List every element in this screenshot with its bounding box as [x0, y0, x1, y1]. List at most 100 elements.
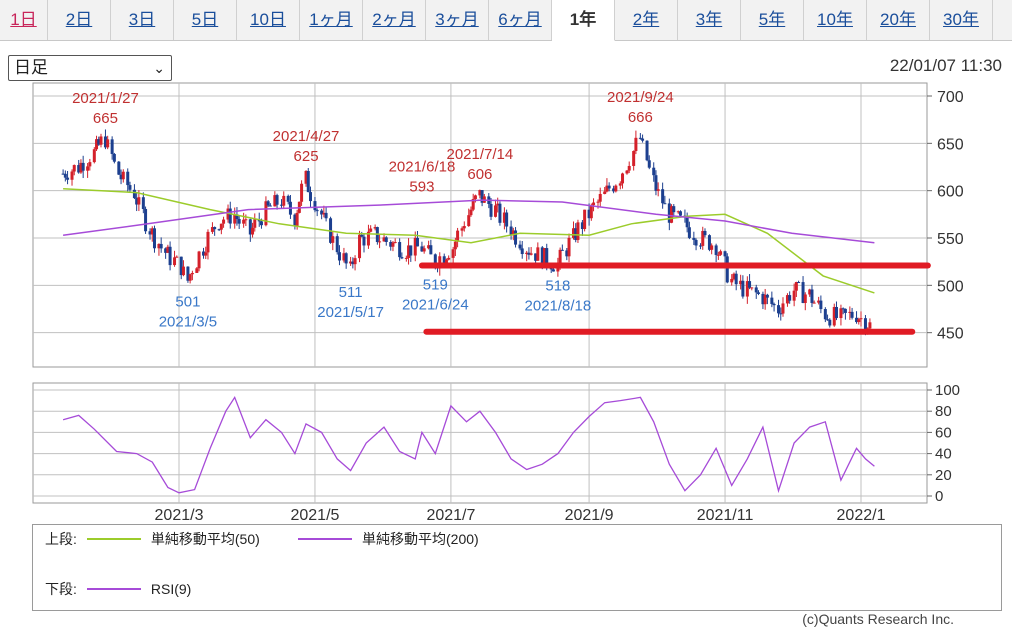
candle-body	[868, 322, 872, 329]
candle-body	[378, 241, 382, 243]
price-tick-label: 550	[937, 231, 964, 248]
candle-body	[797, 282, 801, 284]
high-annotation-value: 606	[467, 166, 492, 183]
high-annotation-date: 2021/6/18	[389, 158, 456, 175]
candle-body	[72, 165, 76, 172]
candle-body	[409, 245, 413, 256]
rsi-tick-label: 100	[935, 382, 960, 399]
candle-body	[121, 171, 125, 180]
candle-body	[678, 211, 682, 216]
legend-upper-label: 上段:	[45, 531, 77, 547]
candle-body	[498, 203, 502, 223]
candle-body	[754, 287, 758, 293]
rsi-tick-label: 60	[935, 424, 952, 441]
candle-body	[621, 173, 625, 184]
price-tick-label: 500	[937, 278, 964, 295]
candle-body	[834, 306, 838, 319]
legend-sma50-label: 単純移動平均(50)	[150, 531, 260, 547]
candle-body	[315, 210, 319, 212]
candle-body	[391, 242, 395, 247]
candle-body	[306, 170, 310, 193]
candle-body	[369, 228, 373, 232]
candle-body	[589, 205, 593, 219]
candle-body	[188, 274, 192, 281]
candle-body	[300, 183, 304, 202]
candle-body	[451, 249, 455, 258]
candle-body	[206, 231, 210, 253]
candle-body	[181, 266, 185, 276]
candle-body	[652, 167, 656, 176]
candle-body	[823, 309, 827, 320]
x-tick-label: 2021/11	[697, 507, 754, 520]
candle-body	[850, 311, 854, 318]
copyright: (c)Quants Research Inc.	[802, 611, 954, 627]
candle-body	[331, 236, 335, 243]
price-tick-label: 650	[937, 136, 964, 153]
x-tick-label: 2021/9	[565, 507, 614, 520]
candle-body	[770, 297, 774, 304]
high-annotation-date: 2021/7/14	[447, 146, 514, 163]
candle-body	[362, 236, 366, 246]
price-tick-label: 600	[937, 184, 964, 201]
candle-body	[656, 189, 660, 191]
legend: 上段: 単純移動平均(50) 単純移動平均(200) 下段: RSI(9)	[32, 524, 1002, 611]
low-annotation-date: 2021/5/17	[317, 304, 384, 321]
candle-body	[313, 201, 317, 211]
candle-body	[645, 140, 649, 161]
candle-body	[244, 219, 248, 221]
candle-body	[839, 308, 843, 319]
candle-body	[282, 195, 286, 206]
candle-body	[748, 281, 752, 288]
candle-body	[66, 177, 70, 180]
candle-body	[462, 226, 466, 229]
low-annotation-value: 501	[175, 293, 200, 310]
price-tick-label: 700	[937, 89, 964, 106]
candle-body	[335, 236, 339, 253]
legend-rsi-label: RSI(9)	[150, 581, 192, 597]
candle-body	[618, 183, 622, 186]
candle-body	[106, 139, 110, 148]
candle-body	[493, 205, 497, 217]
candle-body	[259, 221, 263, 226]
candle-body	[583, 209, 587, 230]
candle-body	[777, 305, 781, 314]
high-annotation-date: 2021/4/27	[273, 128, 340, 145]
candle-body	[634, 137, 638, 152]
chart-area: 450 500 550 600 650 700 0 20 40 60 80 100 2021/3 2021…	[32, 82, 964, 520]
candle-body	[857, 319, 861, 323]
candle-body	[86, 166, 90, 171]
candle-body	[750, 287, 754, 289]
rsi-tick-label: 80	[935, 403, 952, 420]
candle-body	[710, 245, 714, 250]
candle-body	[126, 171, 130, 186]
candle-body	[228, 208, 232, 224]
candle-body	[567, 237, 571, 257]
candle-body	[353, 258, 357, 265]
candle-body	[576, 222, 580, 241]
candle-body	[505, 212, 509, 227]
low-annotation-date: 2021/8/18	[525, 297, 592, 314]
candle-body	[661, 189, 665, 204]
high-annotation-value: 593	[409, 178, 434, 195]
candle-body	[144, 208, 148, 232]
candle-body	[92, 149, 96, 163]
candle-body	[598, 193, 602, 202]
legend-sma50-swatch	[86, 538, 141, 540]
candle-body	[110, 139, 114, 154]
rsi-tick-label: 0	[935, 488, 943, 505]
rsi-tick-label: 20	[935, 467, 952, 484]
candle-body	[536, 247, 540, 261]
legend-sma200-label: 単純移動平均(200)	[362, 531, 479, 547]
candle-body	[117, 161, 121, 175]
candle-body	[765, 294, 769, 298]
candle-body	[447, 257, 451, 260]
candle-body	[687, 227, 691, 238]
candle-body	[344, 253, 348, 264]
candle-body	[204, 252, 208, 256]
candle-body	[195, 268, 199, 273]
candle-body	[422, 248, 426, 252]
candle-body	[268, 205, 272, 207]
candle-body	[400, 257, 404, 259]
candle-body	[603, 191, 607, 194]
candle-body	[723, 251, 727, 257]
